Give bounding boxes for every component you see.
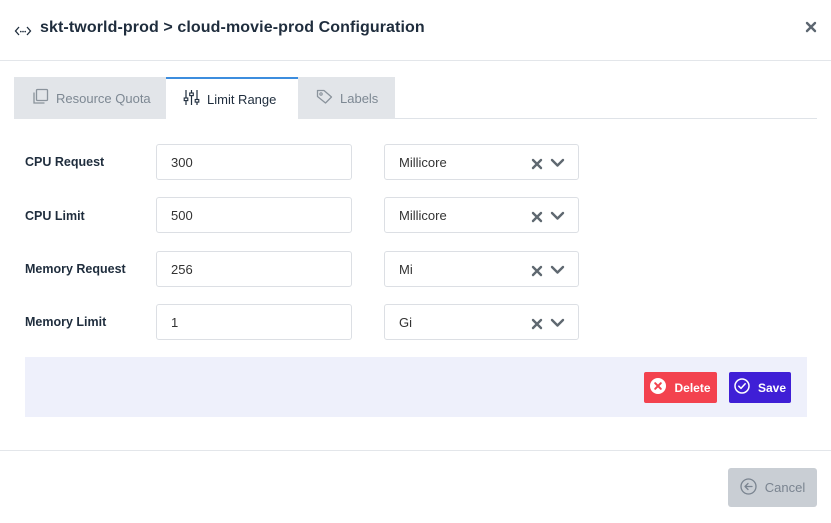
unit-value: Mi [399,262,413,277]
memory-request-unit-select[interactable]: Mi [384,251,579,287]
memory-request-input[interactable] [156,251,352,287]
config-tabs: Resource Quota Limit Range Labels [14,77,817,119]
modal-header: skt-tworld-prod > cloud-movie-prod Confi… [0,0,831,61]
x-circle-icon [650,378,667,397]
clear-icon[interactable] [531,210,543,223]
chevron-down-icon[interactable] [550,209,565,221]
cpu-request-unit-select[interactable]: Millicore [384,144,579,180]
close-icon[interactable] [805,20,817,33]
copy-icon [32,88,49,108]
chevron-down-icon[interactable] [550,316,565,328]
footer-divider [0,450,831,451]
cpu-limit-input[interactable] [156,197,352,233]
cpu-limit-label: CPU Limit [25,209,85,223]
memory-limit-unit-select[interactable]: Gi [384,304,579,340]
code-icon [14,22,32,40]
sliders-icon [183,89,200,109]
memory-limit-label: Memory Limit [25,315,107,329]
arrow-left-circle-icon [740,477,757,498]
cancel-button[interactable]: Cancel [728,468,817,507]
memory-limit-input[interactable] [156,304,352,340]
delete-button[interactable]: Delete [644,372,717,403]
tab-limit-range[interactable]: Limit Range [166,77,298,119]
cancel-button-label: Cancel [764,480,806,495]
tab-label: Limit Range [207,91,277,107]
chevron-down-icon[interactable] [550,156,565,168]
save-button[interactable]: Save [729,372,791,403]
tag-icon [316,88,333,108]
memory-request-label: Memory Request [25,262,126,276]
tab-label: Labels [340,90,379,106]
cpu-limit-unit-select[interactable]: Millicore [384,197,579,233]
tab-labels[interactable]: Labels [298,77,395,119]
save-button-label: Save [757,380,787,395]
clear-icon[interactable] [531,317,543,330]
tab-label: Resource Quota [56,90,151,106]
modal-title: skt-tworld-prod > cloud-movie-prod Confi… [40,19,425,36]
tab-resource-quota[interactable]: Resource Quota [14,77,166,119]
delete-button-label: Delete [674,380,711,395]
chevron-down-icon[interactable] [550,263,565,275]
unit-value: Gi [399,315,412,330]
check-circle-icon [734,378,750,397]
action-bar: Delete Save [25,357,807,417]
unit-value: Millicore [399,155,447,170]
unit-value: Millicore [399,208,447,223]
cpu-request-input[interactable] [156,144,352,180]
cpu-request-label: CPU Request [25,155,105,169]
clear-icon[interactable] [531,157,543,170]
clear-icon[interactable] [531,264,543,277]
